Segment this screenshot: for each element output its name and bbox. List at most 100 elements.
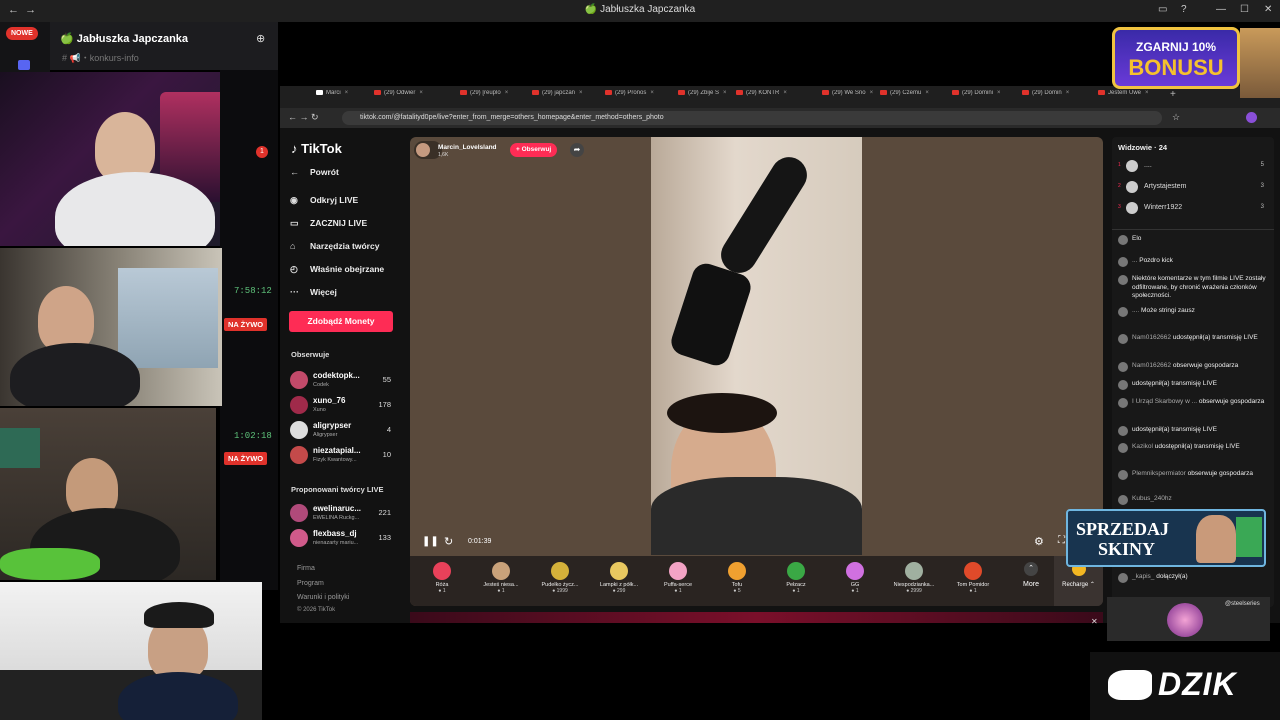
browser-tab[interactable]: (29) Czemu ×	[880, 90, 948, 106]
back-label: Powrót	[310, 167, 339, 177]
chat-text: udostępnił(a) transmisję LIVE	[1132, 426, 1217, 433]
close-tab-icon[interactable]: ×	[505, 90, 509, 96]
get-coins-button[interactable]: Zdobądź Monety	[289, 311, 393, 332]
close-tab-icon[interactable]: ×	[419, 90, 423, 96]
close-tab-icon[interactable]: ×	[997, 90, 1001, 96]
host-chip[interactable]: Marcin_Lovelsland 1,6K	[414, 141, 497, 159]
nav-arrows-icon[interactable]: ← → ↻	[288, 112, 319, 123]
browser-tab[interactable]: (29) KONTR ×	[736, 90, 804, 106]
gift-item[interactable]: Róża ● 1	[416, 558, 468, 604]
nav-more[interactable]: ··· Więcej	[290, 287, 337, 297]
footer-link[interactable]: Program	[297, 580, 324, 587]
settings-icon[interactable]: ⚙	[1034, 535, 1044, 548]
creator-row[interactable]: flexbass_dj nienazarty mariu... 133	[290, 527, 395, 551]
profile-avatar[interactable]	[1246, 112, 1257, 123]
close-tab-icon[interactable]: ×	[345, 90, 349, 96]
gift-item[interactable]: GG ● 1	[829, 558, 881, 604]
close-tab-icon[interactable]: ×	[723, 90, 727, 96]
chat-avatar	[1118, 235, 1128, 245]
creator-row[interactable]: ewelinaruc... EWELINA Ruckg... 221	[290, 502, 395, 526]
browser-tab[interactable]: (29) Odwier ×	[374, 90, 442, 106]
maximize-icon[interactable]: ☐	[1240, 4, 1249, 15]
viewer-row[interactable]: 2 Artystajestem 3	[1118, 180, 1268, 196]
nav-recently-watched[interactable]: ◴ Właśnie obejrzane	[290, 264, 384, 275]
chat-user[interactable]: _kapis_	[1132, 573, 1154, 580]
chat-user[interactable]: ....	[1132, 307, 1139, 314]
help-icon[interactable]: ?	[1181, 4, 1187, 15]
gift-item[interactable]: Lampki z półk... ● 299	[593, 558, 645, 604]
gift-icon	[492, 562, 510, 580]
gift-item[interactable]: Pudełko życz... ● 1999	[534, 558, 586, 604]
chat-user[interactable]: Kubus_240hz	[1132, 495, 1172, 502]
back-button[interactable]: ← Powrót	[290, 167, 339, 177]
chat-user[interactable]: ...	[1132, 257, 1137, 264]
fullscreen-icon[interactable]: ⛶	[1058, 535, 1065, 546]
gift-item[interactable]: Pełzacz ● 1	[770, 558, 822, 604]
live-video[interactable]	[651, 137, 862, 555]
youtube-icon	[678, 90, 685, 95]
tab-label: (29) Domini	[962, 90, 994, 97]
creator-row[interactable]: niezatapial... Fizyk Kwantowy... 10	[290, 444, 395, 468]
chat-avatar	[1118, 257, 1128, 267]
gift-item[interactable]: Tom Pomidor ● 1	[947, 558, 999, 604]
browser-tab[interactable]: Jestem Uwe ×	[1098, 90, 1166, 106]
nav-start-live[interactable]: ▭ ZACZNIJ LIVE	[290, 218, 367, 229]
tiktok-logo[interactable]: ♪ TikTok	[291, 141, 342, 156]
close-ad-icon[interactable]: ✕	[1091, 617, 1098, 626]
follow-button[interactable]: + Obserwuj	[510, 143, 558, 157]
new-tab-icon[interactable]: +	[1170, 89, 1176, 105]
browser-tab[interactable]: (29) Domini ×	[952, 90, 1020, 106]
chat-user[interactable]: Plemnikspermiator	[1132, 470, 1186, 477]
footer-link[interactable]: Firma	[297, 565, 315, 572]
viewer-name: Artystajestem	[1144, 183, 1187, 190]
gift-icon	[787, 562, 805, 580]
refresh-icon[interactable]: ↻	[444, 535, 453, 548]
gift-item[interactable]: Puffa-serce ● 1	[652, 558, 704, 604]
close-tab-icon[interactable]: ×	[1066, 90, 1070, 96]
chat-user[interactable]: I Urząd Skarbowy w ...	[1132, 398, 1197, 405]
chat-user[interactable]: Kazikol	[1132, 443, 1153, 450]
gift-item[interactable]: Jesteś niesa... ● 1	[475, 558, 527, 604]
gift-price-value: 1	[973, 588, 977, 594]
share-icon[interactable]: ➦	[570, 143, 584, 157]
get-coins-label: Zdobądź Monety	[307, 316, 375, 326]
server-name[interactable]: 🍏 Jabłuszka Japczanka	[60, 32, 188, 45]
chat-text: dołączył(a)	[1156, 573, 1188, 580]
close-tab-icon[interactable]: ×	[1145, 90, 1149, 96]
gift-item[interactable]: Niespodzianka... ● 2999	[888, 558, 940, 604]
close-tab-icon[interactable]: ×	[925, 90, 929, 96]
copyright: © 2026 TikTok	[297, 607, 336, 613]
chat-text: obserwuje gospodarza	[1172, 362, 1239, 369]
viewer-row[interactable]: 1.... 5	[1118, 159, 1268, 175]
close-icon[interactable]: ✕	[1264, 4, 1272, 15]
more-gifts-button[interactable]: ⌃ More	[1016, 562, 1046, 588]
browser-tab[interactable]: (29) Pronos ×	[605, 90, 673, 106]
pause-icon[interactable]: ❚❚	[422, 536, 439, 547]
creator-row[interactable]: aligrypser Aligrypser 4	[290, 419, 395, 443]
close-tab-icon[interactable]: ×	[870, 90, 874, 96]
browser-tab[interactable]: (29) japczan ×	[532, 90, 600, 106]
gift-item[interactable]: Tofu ● 5	[711, 558, 763, 604]
bookmark-icon[interactable]: ☆	[1172, 112, 1180, 123]
browser-tab[interactable]: (29) Domin ×	[1022, 90, 1090, 106]
nav-creator-tools[interactable]: ⌂ Narzędzia twórcy	[290, 241, 379, 251]
url-text[interactable]: tiktok.com/@fatalityd0pe/live?enter_from…	[360, 114, 664, 121]
pip-icon[interactable]: ▭	[1158, 4, 1167, 15]
close-tab-icon[interactable]: ×	[650, 90, 654, 96]
chat-user[interactable]: Nam0162662	[1132, 334, 1171, 341]
minimize-icon[interactable]: —	[1216, 4, 1226, 15]
creator-row[interactable]: xuno_76 Xuno 178	[290, 394, 395, 418]
creator-row[interactable]: codektopk... Codek 55	[290, 369, 395, 393]
viewer-row[interactable]: 3 Winterr1922 3	[1118, 201, 1268, 217]
add-member-icon[interactable]: ⊕	[256, 32, 265, 45]
browser-tab[interactable]: (29) [reuplo ×	[460, 90, 528, 106]
gift-price-value: 1	[442, 588, 446, 594]
close-tab-icon[interactable]: ×	[579, 90, 583, 96]
suggested-title: Proponowani twórcy LIVE	[291, 485, 384, 494]
nav-discover-live[interactable]: ◉ Odkryj LIVE	[290, 195, 358, 206]
close-tab-icon[interactable]: ×	[783, 90, 787, 96]
folder-icon[interactable]	[18, 60, 30, 70]
channel-name[interactable]: # 📢・konkurs-info	[62, 51, 139, 64]
chat-user[interactable]: Nam0162662	[1132, 362, 1171, 369]
footer-link[interactable]: Warunki i polityki	[297, 594, 349, 601]
